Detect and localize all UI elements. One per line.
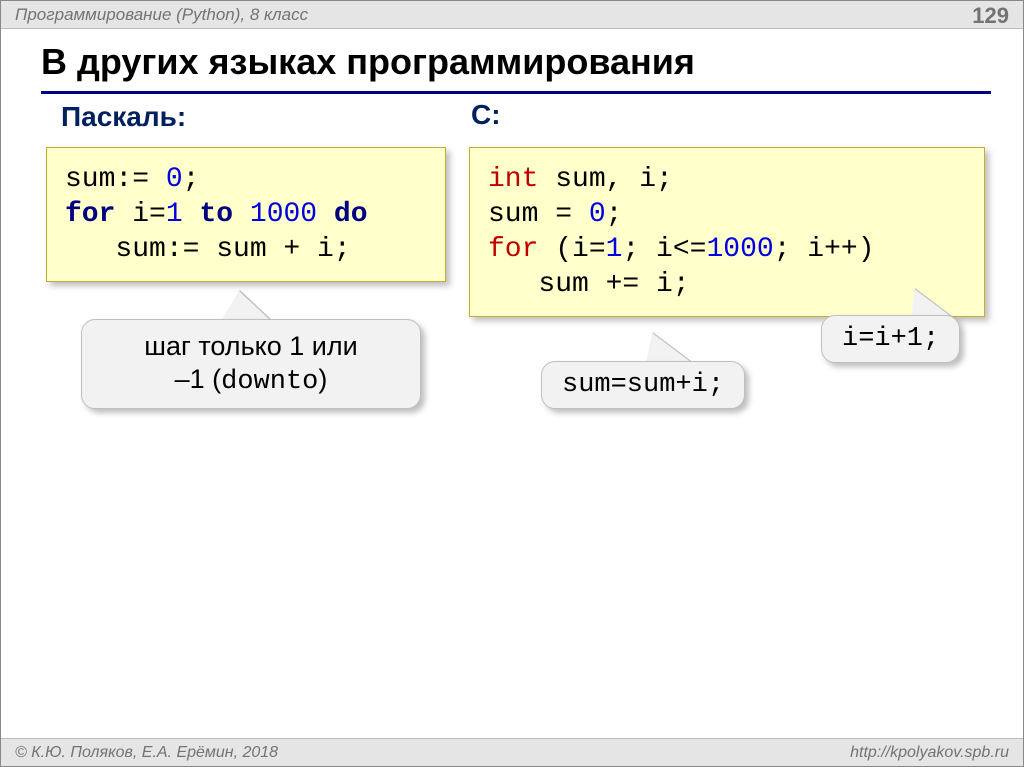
- slide-title: В других языках программирования: [41, 41, 695, 83]
- code-keyword: for: [65, 199, 115, 230]
- code-keyword: for: [488, 234, 538, 265]
- code-number: 1: [606, 234, 623, 265]
- c-label: С:: [471, 99, 501, 131]
- footer-copyright: © К.Ю. Поляков, Е.А. Ерёмин, 2018: [15, 744, 278, 762]
- code-text: (i=: [538, 234, 605, 265]
- header-bar: Программирование (Python), 8 класс 129: [1, 1, 1023, 29]
- code-text: sum:=: [65, 164, 166, 195]
- code-number: 1: [166, 199, 183, 230]
- code-text: sum += i;: [488, 269, 690, 300]
- footer-bar: © К.Ю. Поляков, Е.А. Ерёмин, 2018 http:/…: [1, 738, 1023, 766]
- c-sum-callout: sum=sum+i;: [541, 361, 745, 409]
- code-text: sum, i;: [538, 164, 672, 195]
- code-number: 1000: [706, 234, 773, 265]
- code-text: sum =: [488, 199, 589, 230]
- pascal-code-box: sum:= 0; for i=1 to 1000 do sum:= sum + …: [46, 147, 446, 282]
- callout-tail: [221, 291, 271, 321]
- code-number: 0: [589, 199, 606, 230]
- code-text: ;: [183, 164, 200, 195]
- code-text: ; i++): [774, 234, 875, 265]
- callout-mono: downto: [221, 367, 318, 397]
- header-topic: Программирование (Python), 8 класс: [15, 5, 308, 25]
- page-number: 129: [972, 3, 1009, 29]
- code-text: [183, 199, 200, 230]
- code-number: 0: [166, 164, 183, 195]
- pascal-callout: шаг только 1 или –1 (downto): [81, 319, 421, 409]
- code-text: i=: [115, 199, 165, 230]
- code-number: 1000: [250, 199, 317, 230]
- callout-text: ): [318, 364, 327, 394]
- c-increment-callout: i=i+1;: [821, 315, 960, 363]
- code-text: sum:= sum + i;: [65, 234, 351, 265]
- code-keyword: int: [488, 164, 538, 195]
- callout-line: шаг только 1 или: [144, 330, 357, 362]
- footer-url: http://kpolyakov.spb.ru: [850, 744, 1009, 762]
- slide: Программирование (Python), 8 класс 129 В…: [0, 0, 1024, 767]
- code-text: [233, 199, 250, 230]
- callout-tail: [636, 333, 692, 363]
- code-text: ;: [606, 199, 623, 230]
- pascal-label: Паскаль:: [61, 101, 186, 133]
- code-text: ; i<=: [622, 234, 706, 265]
- title-underline: [41, 91, 991, 94]
- code-keyword: do: [334, 199, 368, 230]
- callout-text: –1 (: [175, 364, 222, 394]
- code-keyword: to: [199, 199, 233, 230]
- code-text: [317, 199, 334, 230]
- callout-line: –1 (downto): [175, 363, 328, 398]
